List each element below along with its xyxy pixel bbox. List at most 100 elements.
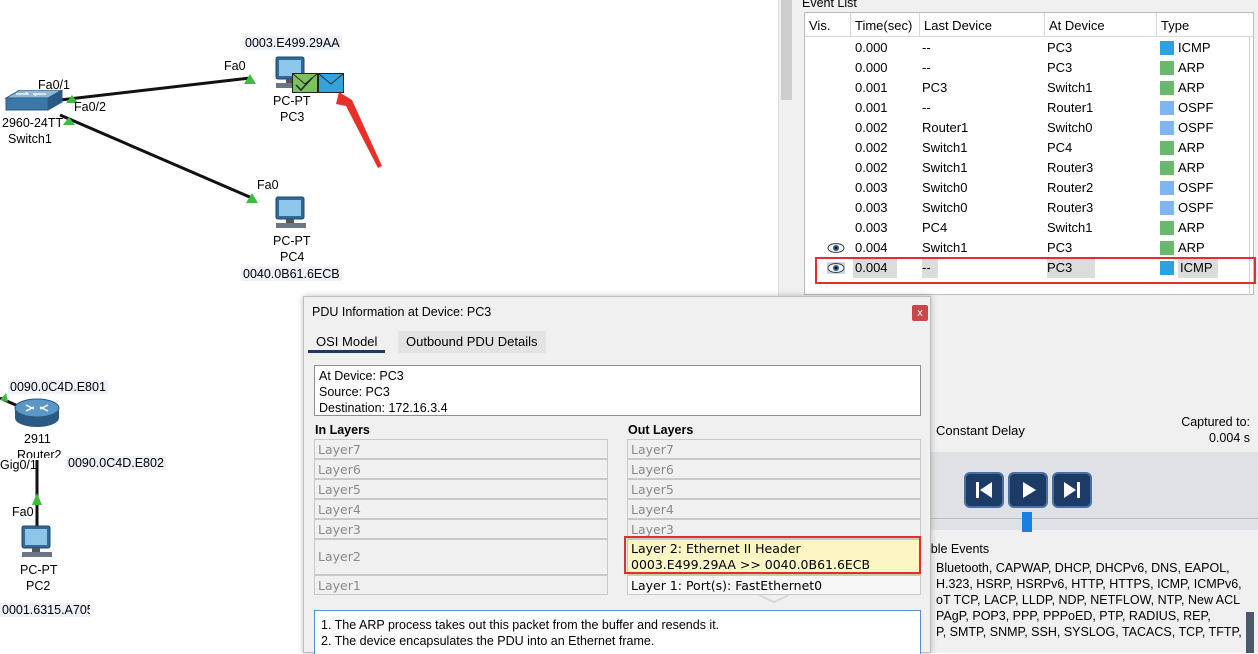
description-line-1: 1. The ARP process takes out this packet… [321, 618, 720, 632]
event-time: 0.001 [855, 80, 888, 95]
col-vis[interactable]: Vis. [805, 13, 851, 37]
event-row[interactable]: 0.002 Switch1 Router3 ARP [805, 158, 1253, 178]
router2-port-label: Gig0/1 [0, 458, 37, 472]
play-button[interactable] [1008, 472, 1048, 508]
filter-line: PAgP, POP3, PPP, PPPoED, PTP, RADIUS, RE… [936, 609, 1211, 623]
event-list-table: Vis. Time(sec) Last Device At Device Typ… [804, 12, 1254, 295]
event-at-device: PC3 [1047, 60, 1073, 75]
out-layer-6[interactable]: Layer6 [627, 459, 921, 479]
event-at-device: Switch0 [1047, 120, 1093, 135]
event-at-device: Switch1 [1047, 80, 1093, 95]
pc-icon [21, 525, 52, 557]
filter-scrollbar[interactable] [1246, 612, 1254, 653]
router2-mac1-label: 0090.0C4D.E801 [8, 380, 108, 394]
event-type-swatch [1160, 181, 1174, 195]
event-row[interactable]: 0.003 PC4 Switch1 ARP [805, 218, 1253, 238]
switch1-name-label: Switch1 [8, 132, 52, 146]
event-row[interactable]: 0.001 -- Router1 OSPF [805, 98, 1253, 118]
tab-osi-model[interactable]: OSI Model [308, 331, 386, 353]
arp-pdu-envelope-icon[interactable] [292, 73, 318, 93]
event-type-swatch [1160, 81, 1174, 95]
out-layer-4[interactable]: Layer4 [627, 499, 921, 519]
pc3-mac-label: 0003.E499.29AA [243, 36, 342, 50]
out-layer-5[interactable]: Layer5 [627, 479, 921, 499]
event-type-swatch [1160, 241, 1174, 255]
out-layer-7[interactable]: Layer7 [627, 439, 921, 459]
event-type-swatch [1160, 201, 1174, 215]
event-row[interactable]: 0.004 Switch1 PC3 ARP [805, 238, 1253, 258]
eye-icon[interactable] [827, 242, 845, 254]
capture-forward-button[interactable] [1052, 472, 1092, 508]
event-type: ARP [1178, 160, 1205, 175]
in-layer-2[interactable]: Layer2 [314, 539, 608, 575]
filter-line: oT TCP, LACP, LLDP, NDP, NETFLOW, NTP, N… [936, 593, 1241, 607]
pdu-info-box: At Device: PC3 Source: PC3 Destination: … [314, 365, 921, 416]
router2-name-label: Router2 [17, 448, 62, 458]
event-row[interactable]: 0.002 Switch1 PC4 ARP [805, 138, 1253, 158]
switch1-device[interactable] [0, 89, 66, 116]
pc4-model-label: PC-PT [273, 234, 311, 248]
switch1-model-label: 2960-24TT [2, 116, 64, 130]
event-row[interactable]: 0.003 Switch0 Router3 OSPF [805, 198, 1253, 218]
speed-slider-thumb[interactable] [1022, 512, 1032, 532]
pc4-device[interactable] [272, 195, 312, 231]
event-time: 0.000 [855, 60, 888, 75]
pc2-device[interactable] [18, 524, 58, 560]
pc3-name-label: PC3 [280, 110, 305, 124]
event-type: ARP [1178, 240, 1205, 255]
scrollbar-thumb[interactable] [781, 0, 792, 100]
in-layer-5[interactable]: Layer5 [314, 479, 608, 499]
event-type-swatch [1160, 161, 1174, 175]
event-last-device: Switch1 [922, 160, 968, 175]
filter-line: H.323, HSRP, HSRPv6, HTTP, HTTPS, ICMP, … [936, 577, 1242, 591]
event-type: ICMP [1178, 40, 1211, 55]
close-button[interactable]: x [912, 305, 928, 321]
router2-device[interactable] [12, 396, 62, 430]
event-type-swatch [1160, 41, 1174, 55]
event-type: OSPF [1178, 180, 1214, 195]
event-row[interactable]: 0.002 Router1 Switch0 OSPF [805, 118, 1253, 138]
event-time: 0.003 [855, 220, 888, 235]
pdu-info-dialog: PDU Information at Device: PC3 x OSI Mod… [303, 296, 931, 654]
skip-back-icon [976, 482, 992, 498]
back-button[interactable] [964, 472, 1004, 508]
col-type[interactable]: Type [1157, 13, 1255, 37]
col-at-device[interactable]: At Device [1045, 13, 1157, 37]
event-last-device: Switch0 [922, 180, 968, 195]
event-row[interactable]: 0.000 -- PC3 ICMP [805, 38, 1253, 58]
in-layer-4[interactable]: Layer4 [314, 499, 608, 519]
in-layer-3[interactable]: Layer3 [314, 519, 608, 539]
event-time: 0.002 [855, 140, 888, 155]
event-time: 0.000 [855, 40, 888, 55]
chevron-down-icon [758, 594, 790, 604]
event-last-device: -- [922, 60, 931, 75]
col-time[interactable]: Time(sec) [851, 13, 920, 37]
icmp-pdu-envelope-icon[interactable] [318, 73, 344, 93]
play-icon [1023, 482, 1036, 498]
event-last-device: -- [922, 100, 931, 115]
event-at-device: Router2 [1047, 180, 1094, 195]
event-type: OSPF [1178, 200, 1214, 215]
event-row[interactable]: 0.001 PC3 Switch1 ARP [805, 78, 1253, 98]
event-at-device: PC3 [1047, 40, 1073, 55]
event-type-swatch [1160, 141, 1174, 155]
pc2-model-label: PC-PT [20, 563, 58, 577]
col-last-device[interactable]: Last Device [920, 13, 1045, 37]
event-time: 0.001 [855, 100, 888, 115]
in-layer-1[interactable]: Layer1 [314, 575, 608, 595]
pc2-name-label: PC2 [26, 579, 51, 593]
pc2-mac-label: 0001.6315.A705 [0, 603, 90, 617]
event-last-device: Switch1 [922, 140, 968, 155]
pc3-port-label: Fa0 [224, 59, 246, 73]
event-row[interactable]: 0.000 -- PC3 ARP [805, 58, 1253, 78]
out-layer-1[interactable]: Layer 1: Port(s): FastEthernet0 [627, 575, 921, 595]
in-layer-7[interactable]: Layer7 [314, 439, 608, 459]
event-type-swatch [1160, 121, 1174, 135]
event-last-device: Switch0 [922, 200, 968, 215]
in-layer-6[interactable]: Layer6 [314, 459, 608, 479]
visible-events-list[interactable]: Bluetooth, CAPWAP, DHCP, DHCPv6, DNS, EA… [936, 560, 1242, 640]
pc-icon [275, 196, 306, 228]
event-row[interactable]: 0.003 Switch0 Router2 OSPF [805, 178, 1253, 198]
event-time: 0.002 [855, 160, 888, 175]
tab-outbound-pdu-details[interactable]: Outbound PDU Details [398, 331, 546, 353]
